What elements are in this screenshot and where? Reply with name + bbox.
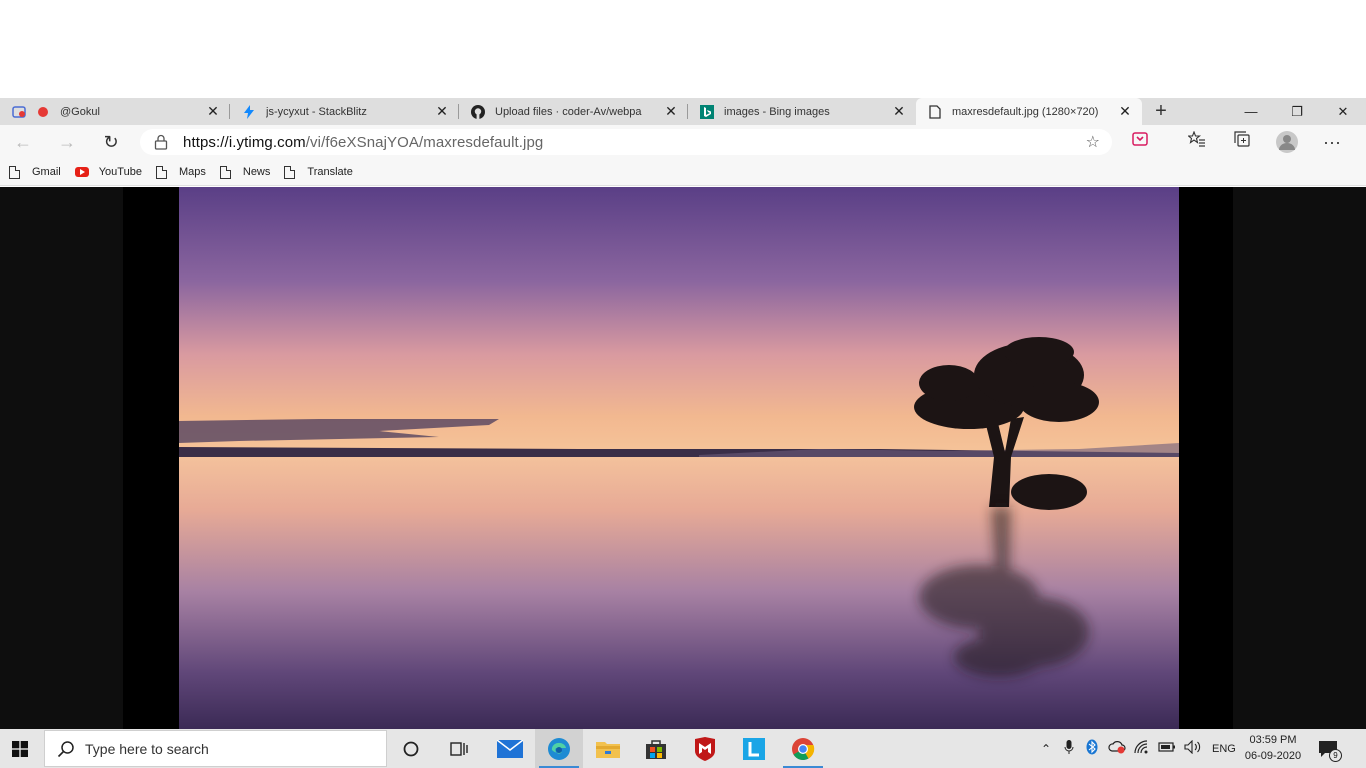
more-menu-icon[interactable]: ··· bbox=[1320, 131, 1344, 153]
tab-title: @Gokul bbox=[60, 105, 100, 118]
battery-icon[interactable] bbox=[1158, 741, 1176, 756]
language-indicator[interactable]: ENG bbox=[1212, 743, 1236, 755]
tab-stackblitz[interactable]: js-ycyxut - StackBlitz ✕ bbox=[230, 98, 459, 125]
minimize-icon[interactable]: — bbox=[1228, 98, 1274, 125]
tab-gokul[interactable]: @Gokul ✕ bbox=[0, 98, 230, 125]
new-tab-button[interactable]: + bbox=[1146, 98, 1176, 125]
tab-github[interactable]: Upload files · coder-Av/webpa ✕ bbox=[459, 98, 688, 125]
bookmark-label: Translate bbox=[307, 166, 353, 178]
notification-center[interactable]: 9 bbox=[1318, 729, 1342, 768]
system-tray: ⌃ ENG bbox=[1038, 729, 1236, 768]
address-toolbar: ← → ↻ https://i.ytimg.com/vi/f6eXSnajYOA… bbox=[0, 125, 1366, 159]
tab-actions-icon[interactable] bbox=[12, 105, 26, 119]
mail-app-icon[interactable] bbox=[486, 729, 534, 768]
microphone-icon[interactable] bbox=[1064, 739, 1074, 758]
github-icon bbox=[471, 104, 485, 119]
windows-start-icon[interactable] bbox=[0, 729, 40, 768]
clock-time: 03:59 PM bbox=[1249, 734, 1297, 746]
close-tab-icon[interactable]: ✕ bbox=[1114, 103, 1136, 120]
close-tab-icon[interactable]: ✕ bbox=[431, 103, 453, 120]
taskbar-search-box[interactable]: Type here to search bbox=[44, 730, 387, 767]
l-app-icon[interactable] bbox=[730, 729, 778, 768]
close-tab-icon[interactable]: ✕ bbox=[660, 103, 682, 120]
tab-title: images - Bing images bbox=[724, 105, 830, 118]
stackblitz-bolt-icon bbox=[242, 104, 256, 119]
tab-strip: @Gokul ✕ js-ycyxut - StackBlitz ✕ Upload… bbox=[0, 98, 1366, 125]
document-icon bbox=[219, 165, 231, 179]
tab-title: maxresdefault.jpg (1280×720) bbox=[952, 105, 1099, 118]
notification-icon[interactable]: 9 bbox=[1318, 739, 1342, 762]
bookmarks-bar: Gmail YouTube Maps News Translate bbox=[0, 159, 1366, 186]
edge-browser-icon[interactable] bbox=[535, 729, 583, 768]
back-arrow-icon[interactable]: ← bbox=[8, 130, 38, 154]
notification-badge: 9 bbox=[1329, 748, 1342, 762]
close-window-icon[interactable]: ✕ bbox=[1320, 98, 1366, 125]
bookmark-label: Maps bbox=[178, 166, 206, 178]
wifi-icon[interactable] bbox=[1134, 740, 1150, 757]
tab-maxresdefault[interactable]: maxresdefault.jpg (1280×720) ✕ bbox=[916, 98, 1142, 125]
recording-dot-icon bbox=[36, 105, 50, 119]
task-view-icon[interactable] bbox=[435, 729, 483, 768]
collections-icon[interactable] bbox=[1230, 131, 1254, 153]
taskbar-clock[interactable]: 03:59 PM 06-09-2020 bbox=[1238, 732, 1308, 764]
search-icon bbox=[57, 741, 74, 758]
show-hidden-icons-chevron-icon[interactable]: ⌃ bbox=[1038, 742, 1054, 756]
url-host: https://i.ytimg.com bbox=[183, 134, 306, 151]
lock-icon bbox=[154, 134, 168, 150]
bookmark-label: YouTube bbox=[98, 166, 142, 178]
bluetooth-icon[interactable] bbox=[1086, 739, 1098, 758]
document-icon bbox=[284, 165, 296, 179]
profile-avatar[interactable] bbox=[1275, 131, 1299, 153]
close-tab-icon[interactable]: ✕ bbox=[888, 103, 910, 120]
close-tab-icon[interactable]: ✕ bbox=[202, 103, 224, 120]
volume-icon[interactable] bbox=[1184, 739, 1202, 757]
file-explorer-icon[interactable] bbox=[584, 729, 632, 768]
cortana-icon[interactable] bbox=[387, 729, 435, 768]
clock-date: 06-09-2020 bbox=[1244, 750, 1302, 762]
document-icon bbox=[9, 165, 20, 179]
url-text[interactable]: https://i.ytimg.com/vi/f6eXSnajYOA/maxre… bbox=[183, 134, 543, 151]
address-bar[interactable]: https://i.ytimg.com/vi/f6eXSnajYOA/maxre… bbox=[140, 129, 1112, 155]
windows-taskbar: Type here to search ⌃ ENG 03:59 PM 06-09… bbox=[0, 729, 1366, 768]
search-placeholder: Type here to search bbox=[85, 741, 209, 757]
bing-icon bbox=[700, 104, 714, 119]
refresh-icon[interactable]: ↻ bbox=[96, 130, 126, 154]
bookmark-label: News bbox=[242, 166, 271, 178]
chrome-icon[interactable] bbox=[779, 729, 827, 768]
mcafee-icon[interactable] bbox=[681, 729, 729, 768]
pocket-extension-icon[interactable] bbox=[1128, 131, 1152, 153]
forward-arrow-icon[interactable]: → bbox=[52, 130, 82, 154]
onedrive-icon[interactable] bbox=[1108, 740, 1126, 757]
youtube-icon bbox=[74, 167, 89, 177]
document-icon bbox=[155, 165, 167, 179]
bookmark-news[interactable]: News bbox=[219, 165, 271, 179]
sunset-lake-photo[interactable] bbox=[179, 187, 1179, 729]
document-icon bbox=[928, 104, 942, 119]
restore-icon[interactable]: ❐ bbox=[1274, 98, 1320, 125]
bookmark-maps[interactable]: Maps bbox=[155, 165, 206, 179]
bookmark-translate[interactable]: Translate bbox=[284, 165, 353, 179]
tab-bing-images[interactable]: images - Bing images ✕ bbox=[688, 98, 916, 125]
favorites-list-icon[interactable] bbox=[1185, 130, 1209, 153]
bookmark-youtube[interactable]: YouTube bbox=[74, 166, 142, 178]
tab-title: js-ycyxut - StackBlitz bbox=[266, 105, 367, 118]
url-path: /vi/f6eXSnajYOA/maxresdefault.jpg bbox=[305, 134, 544, 151]
microsoft-store-icon[interactable] bbox=[632, 729, 680, 768]
image-viewer bbox=[0, 187, 1366, 729]
tab-title: Upload files · coder-Av/webpa bbox=[495, 105, 642, 118]
blank-area bbox=[0, 0, 1366, 98]
bookmark-label: Gmail bbox=[32, 166, 61, 178]
favorite-star-icon[interactable]: ☆ bbox=[1086, 132, 1100, 152]
bookmark-gmail[interactable]: Gmail bbox=[9, 165, 61, 179]
window-controls: — ❐ ✕ bbox=[1228, 98, 1366, 125]
